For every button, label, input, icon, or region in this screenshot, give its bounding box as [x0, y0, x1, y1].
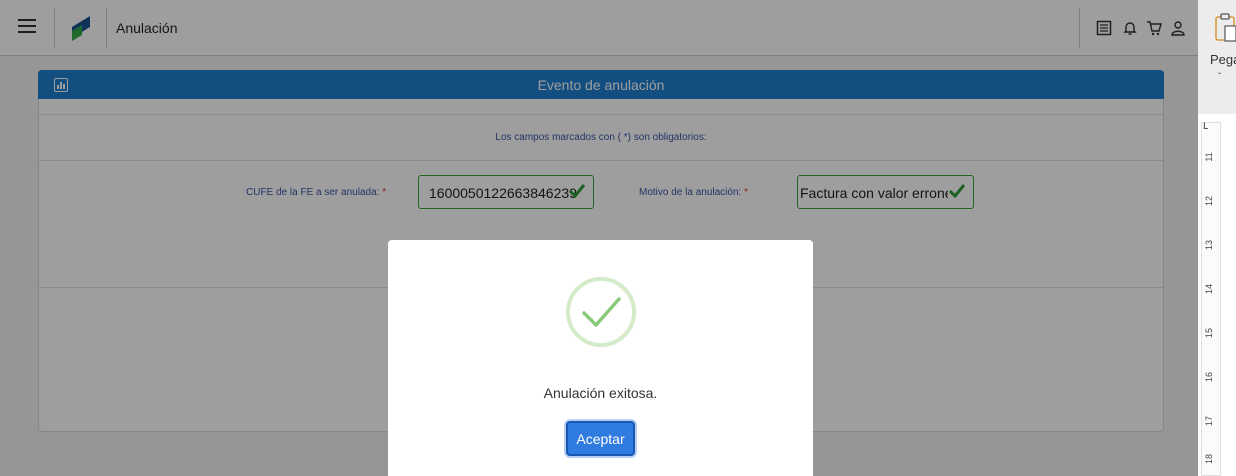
paste-icon[interactable]: [1214, 12, 1236, 42]
accept-button[interactable]: Aceptar: [566, 421, 635, 456]
word-ribbon: Pega ˇ: [1198, 0, 1236, 114]
success-check-icon: [566, 277, 636, 347]
ruler-number: 11: [1204, 152, 1214, 162]
ruler-number: 15: [1204, 328, 1214, 339]
ruler-number: 12: [1204, 196, 1214, 207]
tab-stop-icon[interactable]: L: [1203, 122, 1215, 134]
chevron-down-icon[interactable]: ˇ: [1218, 72, 1221, 83]
paste-label[interactable]: Pega: [1210, 52, 1236, 67]
ruler-number: 18: [1204, 454, 1214, 465]
ruler-number: 13: [1204, 240, 1214, 251]
success-message: Anulación exitosa.: [543, 385, 658, 401]
ruler-number: 16: [1204, 372, 1214, 383]
ruler-number: 14: [1204, 284, 1214, 295]
ruler-number: 17: [1204, 416, 1214, 427]
success-dialog: Anulación exitosa. Aceptar: [388, 240, 813, 476]
vertical-ruler: L 11 12 13 14 15 16 17 18: [1198, 114, 1236, 476]
